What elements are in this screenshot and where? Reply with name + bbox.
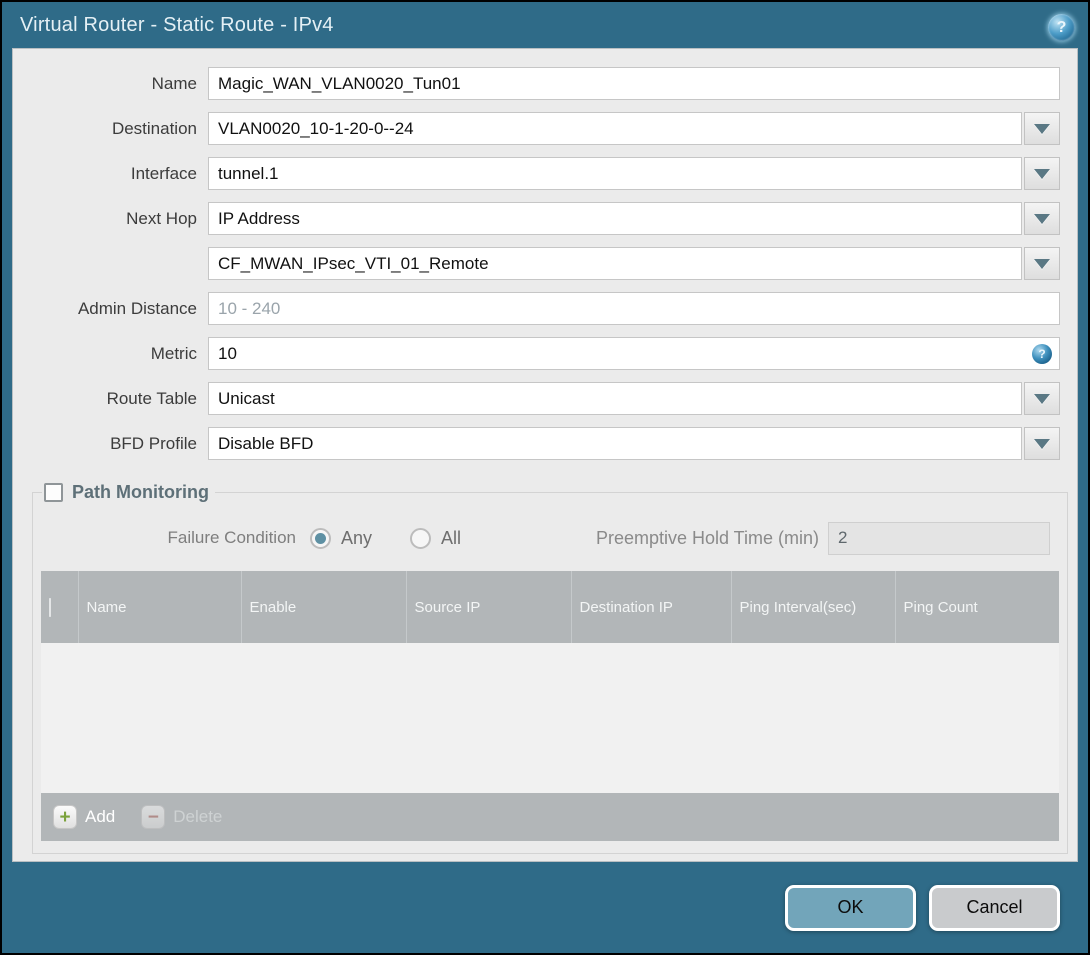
failure-condition-radio-all[interactable] [410, 527, 432, 549]
help-icon[interactable]: ? [1048, 14, 1075, 41]
next-hop-label: Next Hop [126, 208, 197, 228]
page-title: Virtual Router - Static Route - IPv4 [20, 13, 334, 36]
column-header-name: Name [78, 571, 242, 643]
delete-button-label: Delete [173, 807, 223, 826]
admin-distance-label: Admin Distance [77, 298, 197, 318]
form-row-name: Name [13, 67, 1077, 100]
next-hop-address-dropdown-button[interactable] [1024, 247, 1060, 280]
destination-dropdown-button[interactable] [1024, 112, 1060, 145]
route-table-dropdown-button[interactable] [1024, 382, 1060, 415]
form-row-admin-distance: Admin Distance [13, 292, 1077, 325]
column-header-ping-count: Ping Count [895, 571, 1059, 643]
name-input[interactable] [208, 67, 1060, 100]
form-row-bfd-profile: BFD Profile [13, 427, 1077, 460]
form-row-interface: Interface [13, 157, 1077, 190]
admin-distance-input[interactable] [208, 292, 1060, 325]
path-monitoring-group: Path Monitoring Failure Condition Any Al… [32, 482, 1068, 854]
chevron-down-icon [1034, 438, 1050, 449]
form-row-metric: Metric ? [13, 337, 1077, 370]
bfd-profile-input[interactable] [208, 427, 1022, 460]
chevron-down-icon [1034, 393, 1050, 404]
select-all-checkbox[interactable] [49, 597, 51, 617]
next-hop-type-dropdown-button[interactable] [1024, 202, 1060, 235]
form-row-destination: Destination [13, 112, 1077, 145]
column-header-destination-ip: Destination IP [571, 571, 732, 643]
bfd-profile-dropdown-button[interactable] [1024, 427, 1060, 460]
failure-condition-any-label: Any [341, 527, 373, 548]
chevron-down-icon [1034, 168, 1050, 179]
plus-icon: + [59, 806, 71, 828]
preemptive-hold-time-label: Preemptive Hold Time (min) [595, 527, 819, 548]
column-header-enable: Enable [241, 571, 407, 643]
form-row-next-hop: Next Hop [13, 202, 1077, 235]
chevron-down-icon [1034, 258, 1050, 269]
name-label: Name [151, 73, 197, 93]
route-table-input[interactable] [208, 382, 1022, 415]
failure-condition-label: Failure Condition [167, 528, 296, 547]
add-button-label: Add [85, 807, 116, 826]
next-hop-type-input[interactable] [208, 202, 1022, 235]
preemptive-hold-time-input[interactable] [828, 521, 1050, 555]
route-table-label: Route Table [106, 388, 197, 408]
titlebar: Virtual Router - Static Route - IPv4 ? [2, 2, 1088, 48]
failure-condition-radio-any[interactable] [310, 527, 331, 549]
path-monitoring-table: Name Enable Source IP Destination IP Pin… [41, 571, 1059, 841]
table-toolbar: + Add − Delete [41, 793, 1059, 841]
chevron-down-icon [1034, 123, 1050, 134]
path-monitoring-legend: Path Monitoring [42, 482, 215, 503]
metric-label: Metric [150, 343, 197, 363]
interface-label: Interface [130, 163, 197, 183]
form-row-next-hop-address [13, 247, 1077, 280]
column-header-ping-interval: Ping Interval(sec) [731, 571, 896, 643]
path-monitoring-title: Path Monitoring [72, 482, 209, 502]
add-button[interactable]: + Add [53, 805, 115, 829]
form-row-route-table: Route Table [13, 382, 1077, 415]
form-panel: Name Destination Interface Next Hop [12, 48, 1078, 862]
table-empty-body [41, 643, 1059, 793]
failure-condition-all-label: All [441, 527, 462, 548]
next-hop-address-input[interactable] [208, 247, 1022, 280]
interface-input[interactable] [208, 157, 1022, 190]
cancel-button[interactable]: Cancel [929, 884, 1060, 931]
destination-input[interactable] [208, 112, 1022, 145]
ok-button[interactable]: OK [785, 884, 916, 931]
minus-icon: − [147, 806, 159, 828]
metric-input[interactable] [208, 337, 1060, 370]
destination-label: Destination [111, 118, 197, 138]
bfd-profile-label: BFD Profile [110, 433, 197, 453]
failure-condition-row: Failure Condition Any All Preemptive Hol… [40, 521, 1056, 555]
column-header-source-ip: Source IP [406, 571, 572, 643]
chevron-down-icon [1034, 213, 1050, 224]
static-route-dialog: Virtual Router - Static Route - IPv4 ? N… [2, 2, 1088, 953]
select-all-header-cell [41, 571, 79, 643]
dialog-footer: OK Cancel [2, 862, 1088, 953]
path-monitoring-checkbox[interactable] [44, 483, 63, 502]
interface-dropdown-button[interactable] [1024, 157, 1060, 190]
delete-button[interactable]: − Delete [141, 805, 222, 829]
metric-info-icon: ? [1032, 344, 1052, 364]
